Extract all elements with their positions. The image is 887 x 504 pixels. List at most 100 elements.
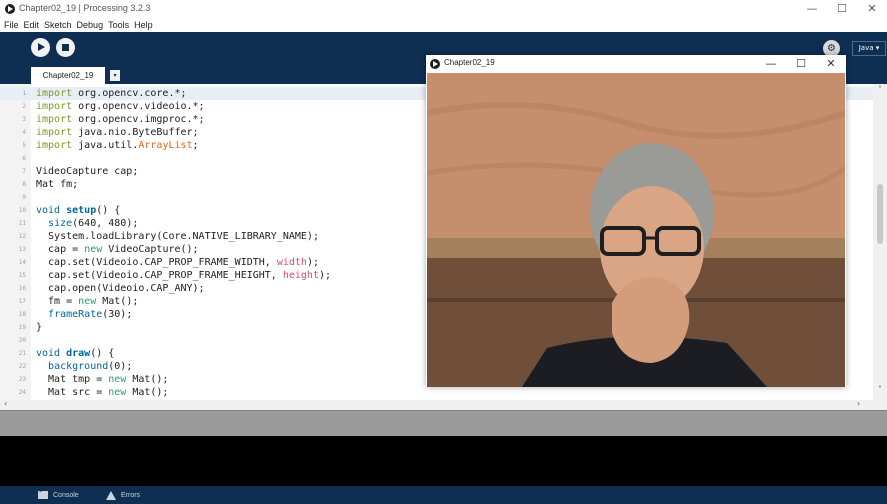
code-token: void (36, 348, 61, 359)
code-text: } (36, 321, 42, 334)
code-token: draw (66, 348, 91, 359)
line-number: 9 (22, 194, 26, 201)
sketch-minimize-button[interactable]: — (756, 55, 786, 73)
minimize-button[interactable]: — (797, 0, 827, 18)
code-token: fm = (36, 296, 79, 307)
errors-tab[interactable]: Errors (106, 489, 140, 501)
code-token: import (36, 101, 73, 112)
processing-app-icon (5, 4, 15, 14)
window-title: Chapter02_19 | Processing 3.2.3 (19, 3, 151, 13)
code-token: new (108, 387, 127, 398)
sketch-window-controls: — ☐ ✕ (756, 55, 846, 73)
line-number: 3 (22, 116, 26, 123)
horizontal-scrollbar[interactable]: ‹ › (0, 399, 873, 410)
menu-debug[interactable]: Debug (77, 18, 104, 32)
line-number: 20 (18, 337, 26, 344)
webcam-frame (427, 73, 845, 387)
line-number: 15 (18, 272, 26, 279)
code-token: size (48, 218, 73, 229)
code-token: new (78, 296, 97, 307)
sketch-maximize-button[interactable]: ☐ (786, 55, 816, 73)
console-tab-label: Console (53, 491, 79, 499)
mode-selector[interactable]: Java ▾ (852, 41, 886, 56)
code-token: System.loadLibrary(Core.NATIVE_LIBRARY_N… (36, 231, 319, 242)
sketch-close-button[interactable]: ✕ (816, 55, 846, 73)
line-number: 6 (22, 155, 26, 162)
code-token: ; (192, 140, 199, 151)
scroll-left-icon[interactable]: ‹ (4, 399, 7, 408)
code-token: (30); (102, 309, 133, 320)
scroll-down-icon[interactable]: ˅ (873, 384, 887, 396)
menu-sketch[interactable]: Sketch (44, 18, 72, 32)
code-text: System.loadLibrary(Core.NATIVE_LIBRARY_N… (36, 230, 319, 243)
run-button[interactable] (31, 38, 50, 57)
warning-icon (106, 490, 116, 500)
console-tab[interactable]: Console (38, 488, 79, 501)
sketch-window-titlebar: Chapter02_19 — ☐ ✕ (426, 55, 846, 73)
stop-button[interactable] (56, 38, 75, 57)
code-token: Mat(); (126, 374, 169, 385)
code-token: background (48, 361, 109, 372)
sketch-output-window: Chapter02_19 — ☐ ✕ (426, 55, 846, 387)
vertical-scroll-thumb[interactable] (877, 184, 883, 244)
console-icon (38, 488, 48, 499)
maximize-button[interactable]: ☐ (827, 0, 857, 18)
scroll-right-icon[interactable]: › (857, 399, 860, 408)
code-token: cap.set(Videoio.CAP_PROP_FRAME_WIDTH, (36, 257, 277, 268)
console-output[interactable] (0, 436, 887, 486)
tab-menu-chevron-icon[interactable]: ▾ (110, 70, 120, 81)
code-token: VideoCapture(); (102, 244, 199, 255)
menu-tools[interactable]: Tools (108, 18, 129, 32)
menu-edit[interactable]: Edit (24, 18, 40, 32)
code-token: () { (90, 348, 115, 359)
code-token: new (84, 244, 103, 255)
code-text: Mat fm; (36, 178, 78, 191)
code-token: import (36, 88, 73, 99)
code-text: Mat tmp = new Mat(); (36, 373, 168, 386)
line-number: 1 (22, 90, 26, 97)
tab-chapter02-19[interactable]: Chapter02_19 (31, 67, 105, 84)
footer-bar: Console Errors (0, 486, 887, 504)
code-text: size(640, 480); (36, 217, 138, 230)
code-token: VideoCapture cap; (36, 166, 139, 177)
code-text: import org.opencv.videoio.*; (36, 100, 205, 113)
close-button[interactable]: ✕ (857, 0, 887, 18)
code-line[interactable]: 24 Mat src = new Mat(); (0, 386, 887, 399)
code-token: width (276, 257, 307, 268)
menu-bar: File Edit Sketch Debug Tools Help (0, 18, 887, 32)
code-token: () { (96, 205, 121, 216)
code-token: void (36, 205, 61, 216)
code-token: import (36, 114, 73, 125)
sketch-window-title: Chapter02_19 (444, 58, 495, 67)
line-number: 22 (18, 363, 26, 370)
code-text: cap = new VideoCapture(); (36, 243, 199, 256)
vertical-scrollbar[interactable]: ˄ ˅ (873, 84, 887, 410)
code-text: frameRate(30); (36, 308, 132, 321)
code-text: import java.nio.ByteBuffer; (36, 126, 199, 139)
scroll-up-icon[interactable]: ˄ (873, 84, 887, 96)
line-number: 10 (18, 207, 26, 214)
code-token: java.nio.ByteBuffer; (72, 127, 199, 138)
code-token: org.opencv.imgproc.*; (72, 114, 205, 125)
code-token: } (36, 322, 43, 333)
line-number: 18 (18, 311, 26, 318)
console-divider[interactable] (0, 410, 887, 436)
menu-file[interactable]: File (4, 18, 19, 32)
line-number: 14 (18, 259, 26, 266)
menu-help[interactable]: Help (134, 18, 153, 32)
code-text: void draw() { (36, 347, 114, 360)
code-text: import org.opencv.imgproc.*; (36, 113, 205, 126)
code-text: cap.open(Videoio.CAP_ANY); (36, 282, 205, 295)
line-number: 5 (22, 142, 26, 149)
code-token: (0); (108, 361, 133, 372)
code-token: ); (306, 257, 319, 268)
code-token: setup (66, 205, 97, 216)
code-text: fm = new Mat(); (36, 295, 138, 308)
code-token: import (36, 140, 73, 151)
code-token: Mat(); (126, 387, 169, 398)
code-token: Mat fm; (36, 179, 79, 190)
code-token: new (108, 374, 127, 385)
